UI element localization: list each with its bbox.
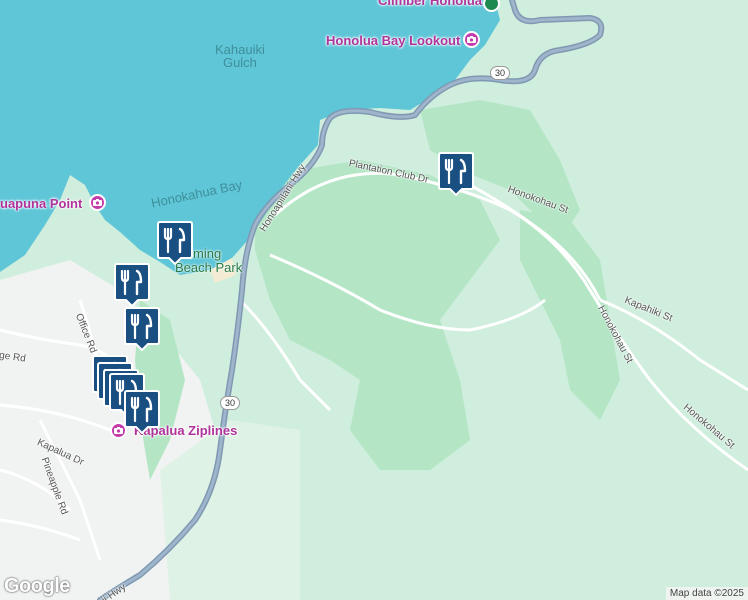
restaurant-icon — [124, 390, 160, 435]
map-attribution[interactable]: Map data ©2025 — [665, 587, 748, 600]
google-logo: Google — [4, 575, 70, 597]
restaurant-icon — [438, 152, 474, 197]
map-view[interactable]: Climber Honolua Kahauiki Gulch Honokahua… — [0, 0, 748, 600]
restaurant-marker[interactable] — [157, 221, 193, 266]
restaurant-icon — [114, 263, 150, 308]
poi-label-point[interactable]: uapuna Point — [0, 196, 82, 211]
camera-icon[interactable] — [463, 31, 480, 48]
restaurant-icon — [157, 221, 193, 266]
poi-label-top: Climber Honolua — [378, 0, 483, 8]
route-shield: 30 — [220, 396, 240, 410]
restaurant-marker[interactable] — [114, 263, 150, 308]
restaurant-icon — [124, 307, 160, 352]
route-shield: 30 — [490, 66, 510, 80]
restaurant-marker[interactable] — [438, 152, 474, 197]
poi-label-lookout[interactable]: Honolua Bay Lookout — [326, 33, 460, 48]
camera-icon[interactable] — [89, 194, 106, 211]
restaurant-marker[interactable] — [124, 307, 160, 352]
water-label-gulch: Kahauiki Gulch — [215, 42, 265, 70]
restaurant-marker[interactable] — [124, 390, 160, 435]
